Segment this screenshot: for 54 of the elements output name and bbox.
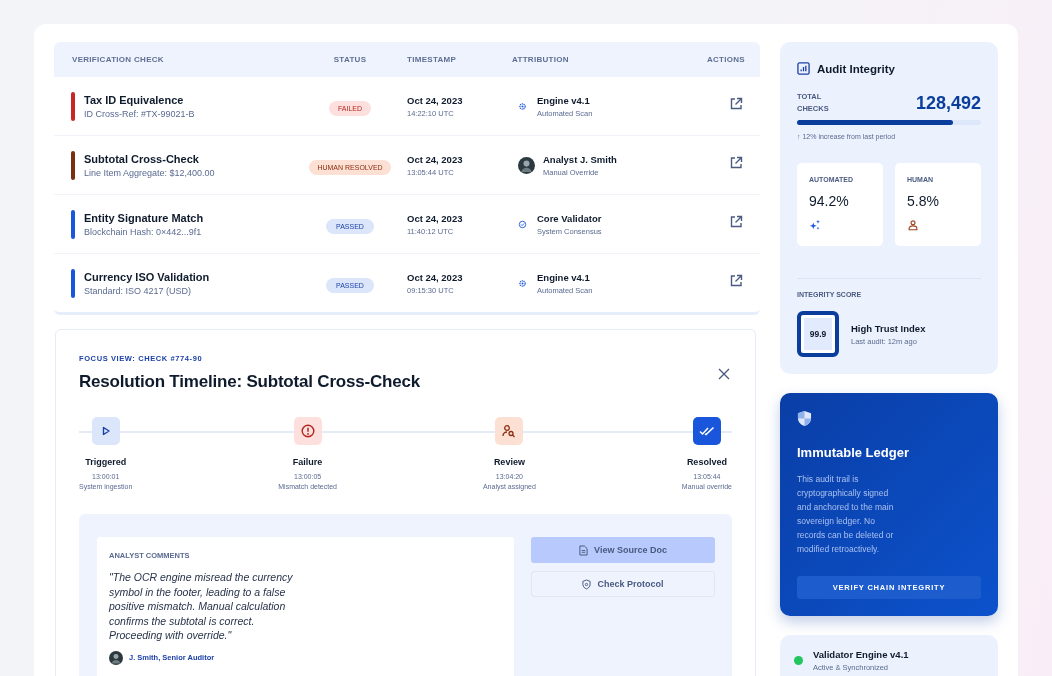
ledger-description: This audit trail is cryptographically signed and anchored to the main sovereign ledger. No records can be deleted or modified retroactively. [797, 473, 895, 556]
score-title: High Trust Index [851, 322, 926, 334]
date-text: Oct 24, 2023 [407, 153, 464, 165]
open-external-icon[interactable] [729, 156, 743, 170]
check-protocol-button[interactable]: Check Protocol [531, 571, 715, 597]
step-label: Review [493, 457, 525, 467]
check-circle-icon [518, 219, 527, 229]
date-text: Oct 24, 2023 [407, 94, 464, 106]
check-detail: Blockchain Hash: 0×442...9f1 [84, 226, 203, 237]
audit-title: Audit Integrity [817, 62, 895, 75]
ledger-title: Immutable Ledger [797, 445, 910, 460]
validator-name: Validator Engine v4.1 [813, 649, 909, 660]
open-external-icon[interactable] [729, 97, 743, 111]
shield-icon [797, 410, 812, 427]
check-detail: Standard: ISO 4217 (USD) [84, 285, 193, 296]
check-title: Currency ISO Validation [84, 270, 210, 283]
bar-chart-icon [797, 62, 810, 75]
document-icon [579, 544, 589, 556]
open-external-icon[interactable] [729, 274, 743, 288]
column-header: ATTRIBUTION [512, 55, 570, 64]
shield-icon [582, 578, 592, 590]
score-badge: 99.9 [797, 311, 839, 357]
gear-icon [518, 278, 527, 288]
check-detail: ID Cross-Ref: #TX-99021-B [84, 108, 195, 119]
step-label: Triggered [85, 457, 127, 467]
close-button[interactable] [718, 368, 730, 380]
attribution-name: Engine v4.1 [537, 271, 591, 283]
total-value: 128,492 [915, 92, 981, 114]
column-header: ACTIONS [705, 55, 746, 64]
sparkle-icon [809, 219, 821, 231]
avatar-icon [518, 156, 535, 174]
view-source-button[interactable]: View Source Doc [531, 537, 715, 563]
check-title: Subtotal Cross-Check [84, 152, 200, 165]
stat-value: 5.8% [907, 193, 940, 209]
avatar-icon [109, 650, 123, 665]
step-label: Failure [292, 457, 323, 467]
column-header: STATUS [332, 55, 368, 64]
check-detail: Line Item Aggregate: $12,400.00 [84, 167, 215, 178]
person-icon [907, 219, 919, 231]
attribution-name: Core Validator [537, 212, 602, 224]
step-label: Resolved [686, 457, 727, 467]
focus-title: Resolution Timeline: Subtotal Cross-Check [79, 372, 420, 392]
date-text: Oct 24, 2023 [407, 271, 464, 283]
column-header: VERIFICATION CHECK [71, 55, 165, 64]
date-text: Oct 24, 2023 [407, 212, 464, 224]
attribution-name: Analyst J. Smith [543, 153, 617, 165]
check-title: Entity Signature Match [84, 211, 204, 224]
gear-icon [518, 101, 527, 111]
open-external-icon[interactable] [729, 215, 743, 229]
comment-quote: "The OCR engine misread the currency symbol in the footer, leading to a false positive mismatch. Manual calculation confirms the subtotal is correct. Proceeding with override." [109, 570, 294, 643]
check-title: Tax ID Equivalence [84, 93, 185, 106]
attribution-name: Engine v4.1 [537, 94, 591, 106]
stat-value: 94.2% [809, 193, 850, 209]
column-header: TIMESTAMP [406, 55, 458, 64]
